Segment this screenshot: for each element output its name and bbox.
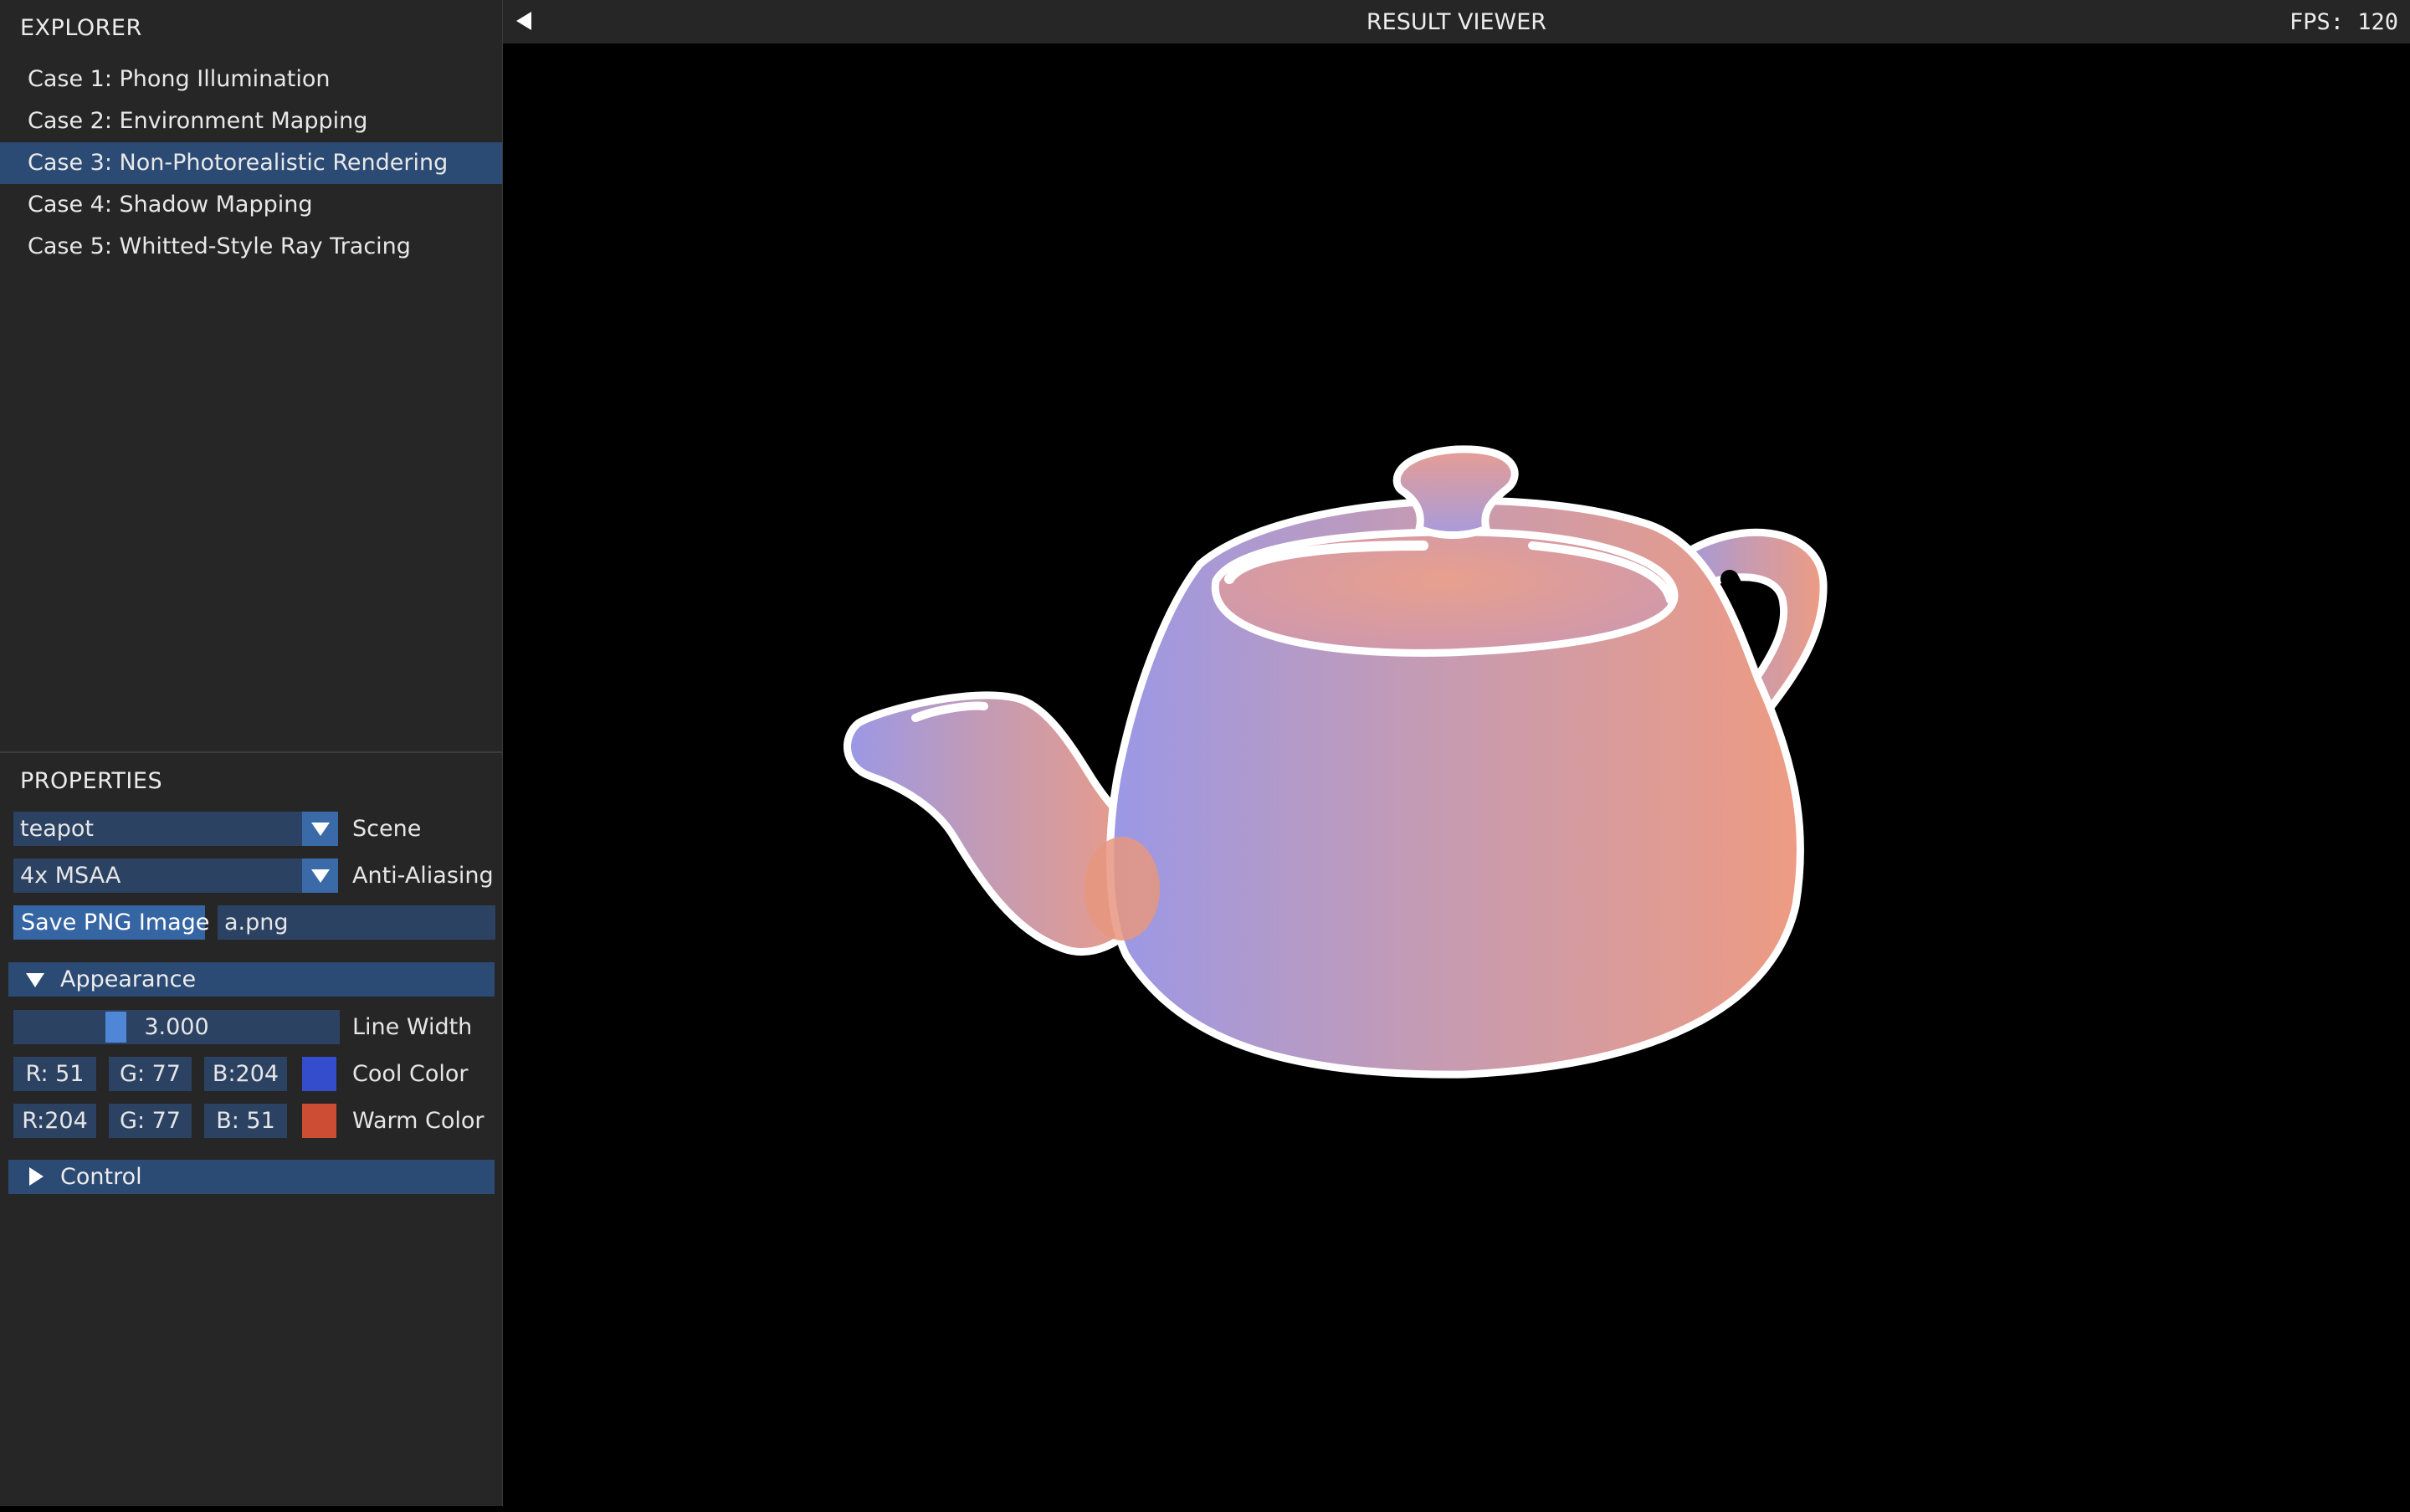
- warm-color-g-input[interactable]: G: 77: [109, 1104, 192, 1138]
- anti-aliasing-row: 4x MSAA Anti-Aliasing: [13, 859, 494, 893]
- cool-color-g-input[interactable]: G: 77: [109, 1057, 192, 1091]
- fps-counter: FPS: 120: [2289, 9, 2398, 35]
- scene-row: teapot Scene: [13, 812, 490, 846]
- line-width-label: Line Width: [352, 1014, 473, 1040]
- teapot-render: [844, 445, 1828, 1079]
- properties-title: PROPERTIES: [20, 768, 163, 794]
- warm-color-label: Warm Color: [352, 1108, 485, 1134]
- cool-color-swatch[interactable]: [302, 1057, 336, 1091]
- explorer-item-phong[interactable]: Case 1: Phong Illumination: [0, 59, 502, 100]
- appearance-header[interactable]: Appearance: [8, 962, 495, 997]
- cool-color-row: R: 51 G: 77 B:204 Cool Color: [13, 1057, 490, 1091]
- cool-color-label: Cool Color: [352, 1061, 469, 1087]
- line-width-row: 3.000 Line Width: [13, 1010, 490, 1044]
- control-header-label: Control: [60, 1164, 142, 1190]
- cool-color-b-input[interactable]: B:204: [204, 1057, 287, 1091]
- scene-label: Scene: [352, 816, 422, 842]
- viewer-title-bar: RESULT VIEWER FPS: 120: [503, 0, 2410, 44]
- appearance-header-label: Appearance: [60, 966, 197, 992]
- save-png-button[interactable]: Save PNG Image: [13, 905, 209, 940]
- explorer-title: EXPLORER: [20, 15, 142, 41]
- anti-aliasing-select[interactable]: 4x MSAA: [13, 859, 302, 893]
- cool-color-r-input[interactable]: R: 51: [13, 1057, 96, 1091]
- control-header[interactable]: Control: [8, 1160, 495, 1194]
- explorer-item-ray-tracing[interactable]: Case 5: Whitted-Style Ray Tracing: [0, 226, 502, 268]
- viewer-title: RESULT VIEWER: [1366, 9, 1547, 35]
- anti-aliasing-label: Anti-Aliasing: [352, 863, 494, 889]
- explorer-item-environment-mapping[interactable]: Case 2: Environment Mapping: [0, 100, 502, 142]
- triangle-down-icon: [26, 973, 44, 987]
- scene-select[interactable]: teapot: [13, 812, 302, 846]
- render-viewport[interactable]: [503, 44, 2410, 1506]
- filename-input[interactable]: a.png: [218, 905, 495, 940]
- warm-color-swatch[interactable]: [302, 1104, 336, 1138]
- triangle-down-icon: [310, 869, 330, 883]
- warm-color-row: R:204 G: 77 B: 51 Warm Color: [13, 1104, 490, 1138]
- warm-color-r-input[interactable]: R:204: [13, 1104, 96, 1138]
- warm-color-b-input[interactable]: B: 51: [204, 1104, 287, 1138]
- explorer-list: Case 1: Phong Illumination Case 2: Envir…: [0, 59, 502, 268]
- sidebar: EXPLORER Case 1: Phong Illumination Case…: [0, 0, 503, 1506]
- explorer-item-shadow-mapping[interactable]: Case 4: Shadow Mapping: [0, 184, 502, 226]
- save-row: Save PNG Image a.png: [13, 905, 495, 940]
- triangle-right-icon: [29, 1167, 44, 1186]
- panel-splitter[interactable]: [0, 751, 502, 753]
- anti-aliasing-dropdown-button[interactable]: [302, 859, 338, 893]
- explorer-item-npr[interactable]: Case 3: Non-Photorealistic Rendering: [0, 142, 502, 184]
- teapot-outline: [844, 445, 1828, 1079]
- line-width-value: 3.000: [144, 1014, 209, 1040]
- line-width-slider[interactable]: 3.000: [13, 1010, 340, 1044]
- scene-dropdown-button[interactable]: [302, 812, 338, 846]
- triangle-down-icon: [310, 822, 330, 836]
